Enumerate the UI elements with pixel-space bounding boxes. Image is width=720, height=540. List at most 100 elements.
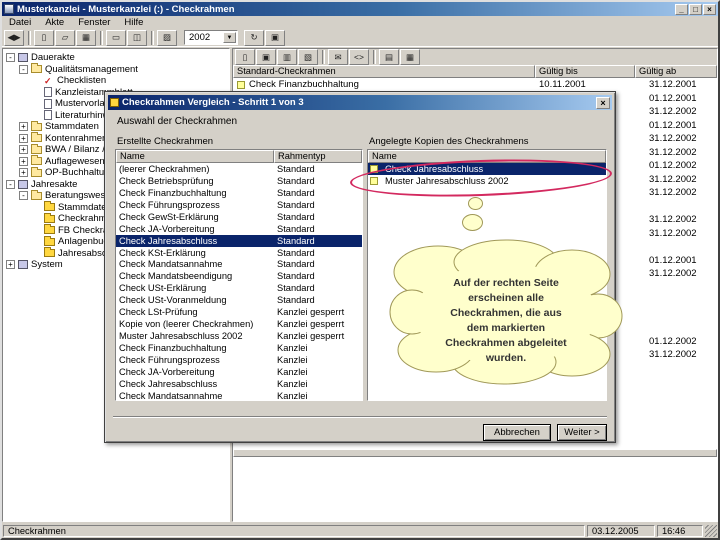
main-table-header: Standard-Checkrahmen Gültig bis Gültig a… — [233, 65, 717, 78]
nav-back-forward-icon[interactable]: ◀▶ — [4, 29, 24, 46]
expander-icon[interactable]: + — [19, 156, 28, 166]
row-rahmentyp: Standard — [277, 283, 315, 294]
checkrahmen-row[interactable]: Check USt-Erklärung Standard — [116, 282, 362, 294]
checkrahmen-row[interactable]: (leerer Checkrahmen) Standard — [116, 163, 362, 175]
folder-icon — [31, 143, 42, 154]
checkrahmen-row[interactable]: Check Jahresabschluss Standard — [116, 234, 362, 247]
new-document-icon[interactable]: ▯ — [34, 29, 54, 46]
cell-gueltig-ab: 31.12.2002 — [649, 173, 697, 185]
tree-item-qualit-tsmanagement[interactable]: - Qualitätsmanagement — [3, 63, 229, 76]
column-rahmentyp[interactable]: Rahmentyp — [274, 150, 362, 163]
cell-gueltig-ab: 01.12.2002 — [649, 160, 697, 172]
expander-icon[interactable]: + — [19, 168, 28, 178]
paste-icon[interactable]: ▧ — [298, 49, 318, 65]
checkrahmen-row[interactable]: Check Mandatsbeendigung Standard — [116, 270, 362, 282]
checkrahmen-row[interactable]: Check Führungsprozess Kanzlei — [116, 354, 362, 366]
menu-item-datei[interactable]: Datei — [2, 16, 38, 29]
expander-icon[interactable]: - — [6, 53, 15, 63]
checkrahmen-row[interactable]: Check Mandatsannahme Standard — [116, 259, 362, 271]
chart-view-icon[interactable]: ▨ — [157, 29, 177, 46]
right-table-header: Name — [368, 150, 606, 163]
table-row[interactable]: Check Finanzbuchhaltung 10.11.2001 31.12.2… — [233, 78, 717, 92]
maximize-button[interactable]: □ — [689, 3, 702, 15]
column-name[interactable]: Name — [116, 150, 274, 163]
close-button[interactable]: × — [703, 3, 716, 15]
checkrahmen-row[interactable]: Check Finanzbuchhaltung Kanzlei — [116, 342, 362, 354]
checkrahmen-row[interactable]: Check GewSt-Erklärung Standard — [116, 211, 362, 223]
copy-icon[interactable]: ▥ — [277, 49, 297, 65]
checkrahmen-row[interactable]: Check LSt-Prüfung Kanzlei gesperrt — [116, 306, 362, 318]
table-view-icon[interactable]: ▦ — [76, 29, 96, 46]
row-name: Check Führungsprozess — [119, 199, 220, 210]
cancel-button[interactable]: Abbrechen — [483, 424, 551, 441]
menu-item-hilfe[interactable]: Hilfe — [117, 16, 150, 29]
chevron-down-icon[interactable]: ▼ — [223, 32, 236, 43]
dialog-heading: Auswahl der Checkrahmen — [117, 116, 238, 127]
list-view-icon[interactable]: ▤ — [379, 49, 399, 65]
refresh-icon[interactable]: ↻ — [244, 29, 264, 46]
checkrahmen-row[interactable]: Check Führungsprozess Standard — [116, 199, 362, 211]
kopie-row[interactable]: Check Jahresabschluss — [368, 163, 606, 175]
row-rahmentyp: Standard — [277, 187, 315, 198]
separator — [113, 416, 607, 418]
splitter[interactable] — [233, 449, 717, 457]
toolbar-separator — [373, 50, 376, 64]
expander-icon[interactable]: + — [19, 145, 28, 155]
tree-item-checklisten[interactable]: Checklisten — [3, 75, 229, 87]
code-view-icon[interactable]: <> — [349, 49, 369, 65]
checkrahmen-row[interactable]: Kopie von (leerer Checkrahmen) Kanzlei ge… — [116, 318, 362, 330]
expander-icon[interactable]: + — [6, 260, 15, 270]
toolbar-separator — [100, 30, 103, 45]
row-rahmentyp: Standard — [277, 223, 315, 234]
column-standard-checkrahmen[interactable]: Standard-Checkrahmen — [233, 65, 535, 78]
expander-icon[interactable]: - — [19, 64, 28, 74]
minimize-button[interactable]: _ — [675, 3, 688, 15]
checkrahmen-row[interactable]: Check Finanzbuchhaltung Standard — [116, 187, 362, 199]
resize-grip[interactable] — [705, 525, 717, 537]
mail-icon[interactable]: ✉ — [328, 49, 348, 65]
expander-icon[interactable]: + — [19, 122, 28, 132]
row-rahmentyp: Kanzlei gesperrt — [277, 307, 345, 318]
column-gueltig-ab[interactable]: Gültig ab — [635, 65, 717, 78]
print-preview-icon[interactable]: ◫ — [127, 29, 147, 46]
open-document-icon[interactable]: ▱ — [55, 29, 75, 46]
column-name[interactable]: Name — [368, 150, 606, 163]
checkrahmen-row[interactable]: Check Betriebsprüfung Standard — [116, 175, 362, 187]
checkrahmen-row[interactable]: Check JA-Vorbereitung Kanzlei — [116, 366, 362, 378]
window-view-icon[interactable]: ▣ — [265, 29, 285, 46]
column-gueltig-bis[interactable]: Gültig bis — [535, 65, 635, 78]
year-value: 2002 — [189, 32, 211, 43]
cell-gueltig-ab: 31.12.2002 — [649, 146, 697, 158]
kopie-row[interactable]: Muster Jahresabschluss 2002 — [368, 175, 606, 187]
expander-icon[interactable]: - — [19, 191, 28, 201]
row-rahmentyp: Standard — [277, 295, 315, 306]
year-select[interactable]: 2002 ▼ — [184, 30, 238, 45]
checkrahmen-row[interactable]: Check KSt-Erklärung Standard — [116, 247, 362, 259]
menu-item-akte[interactable]: Akte — [38, 16, 71, 29]
columns-view-icon[interactable]: ▦ — [400, 49, 420, 65]
cell-gueltig-ab: 31.12.2002 — [649, 227, 697, 239]
row-name: Check GewSt-Erklärung — [119, 211, 219, 222]
next-button[interactable]: Weiter > — [557, 424, 607, 441]
row-rahmentyp: Kanzlei — [277, 378, 308, 389]
left-table-header: Name Rahmentyp — [116, 150, 362, 163]
expander-icon[interactable]: + — [19, 133, 28, 143]
checkrahmen-row[interactable]: Check JA-Vorbereitung Standard — [116, 223, 362, 235]
new-document-icon[interactable]: ▯ — [235, 49, 255, 65]
checkrahmen-row[interactable]: Check USt-Voranmeldung Standard — [116, 294, 362, 306]
menu-item-fenster[interactable]: Fenster — [71, 16, 117, 29]
book-icon — [18, 53, 28, 63]
save-icon[interactable]: ▣ — [256, 49, 276, 65]
expander-icon[interactable]: - — [6, 179, 15, 189]
folder-icon — [31, 155, 42, 166]
row-name: Check Jahresabschluss — [385, 164, 484, 174]
checkrahmen-row[interactable]: Check Mandatsannahme Kanzlei — [116, 390, 362, 400]
row-name: Kopie von (leerer Checkrahmen) — [119, 319, 254, 330]
row-name: Check Finanzbuchhaltung — [119, 343, 227, 354]
folder-icon — [31, 166, 42, 177]
print-icon[interactable]: ▭ — [106, 29, 126, 46]
checkrahmen-row[interactable]: Muster Jahresabschluss 2002 Kanzlei gespe… — [116, 330, 362, 342]
dialog-close-button[interactable]: × — [596, 96, 610, 109]
tree-item-dauerakte[interactable]: - Dauerakte — [3, 52, 229, 64]
checkrahmen-row[interactable]: Check Jahresabschluss Kanzlei — [116, 378, 362, 390]
